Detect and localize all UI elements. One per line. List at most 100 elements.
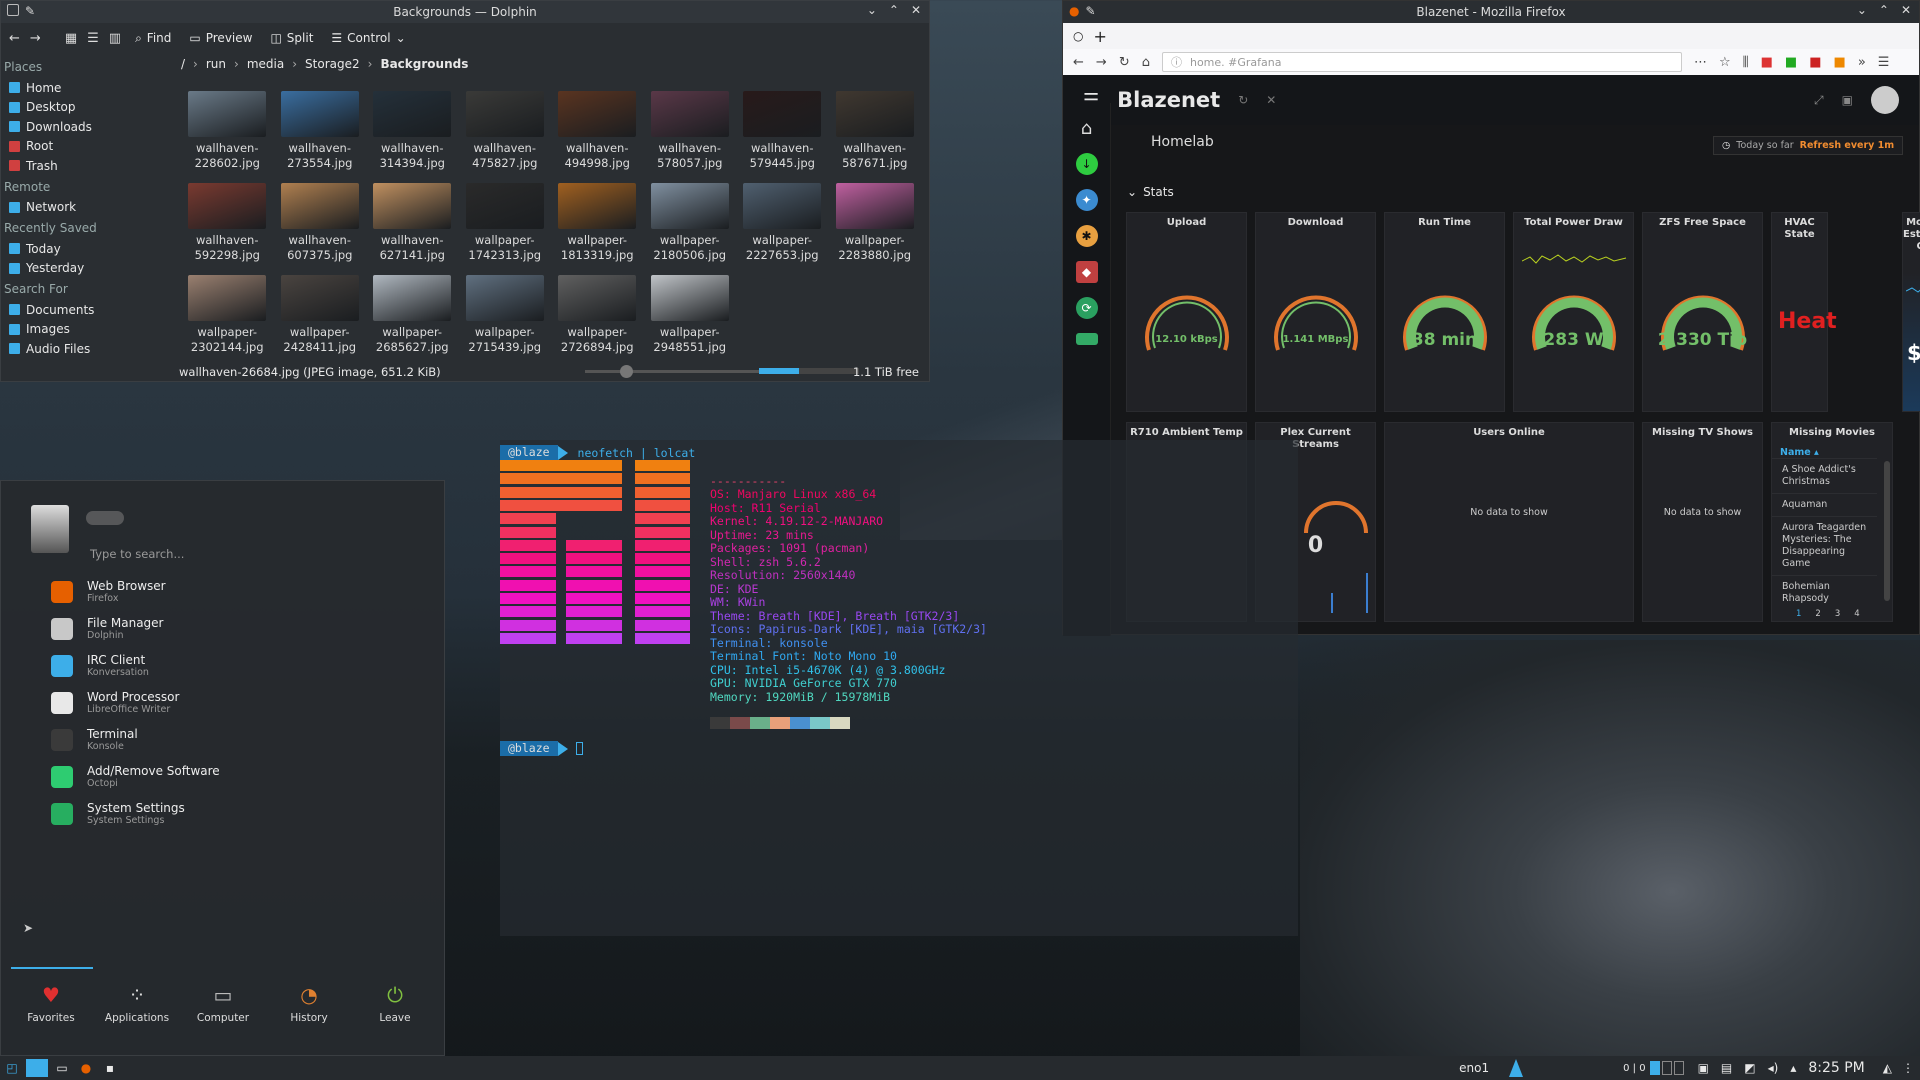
icons-view-icon[interactable]: ▦ xyxy=(65,31,77,46)
close-icon[interactable]: ✕ xyxy=(911,3,921,17)
pager-desktop[interactable] xyxy=(26,1059,48,1077)
forward-icon[interactable]: → xyxy=(1096,55,1107,70)
breadcrumb-item[interactable]: Backgrounds xyxy=(380,57,468,71)
places-item-network[interactable]: Network xyxy=(1,198,176,218)
tab-history[interactable]: ◔ History xyxy=(266,983,352,1024)
details-view-icon[interactable]: ☰ xyxy=(87,31,99,46)
pager[interactable] xyxy=(1649,1061,1684,1075)
breadcrumb-item[interactable]: media xyxy=(247,57,284,71)
sync-icon[interactable]: ⟳ xyxy=(1075,297,1098,319)
file-item[interactable]: wallpaper- 2227653.jpg xyxy=(736,183,829,275)
panel-hvac-state[interactable]: HVAC State Heat xyxy=(1771,212,1837,412)
row-header[interactable]: ⌄ Stats xyxy=(1127,185,1174,199)
fullscreen-icon[interactable]: ⤢ xyxy=(1814,93,1824,108)
app-file-manager[interactable]: File Manager Dolphin xyxy=(1,610,446,647)
maximize-icon[interactable]: ⌃ xyxy=(1879,3,1889,17)
notifications-icon[interactable]: ◭ xyxy=(1883,1061,1892,1075)
places-item-audio-files[interactable]: Audio Files xyxy=(1,339,176,359)
loading-tab-icon[interactable]: ○ xyxy=(1073,29,1083,43)
table-row[interactable]: Bohemian Rhapsody xyxy=(1772,575,1877,610)
extension-icon[interactable]: ■ xyxy=(1761,55,1773,70)
dolphin-task-icon[interactable]: ▭ xyxy=(50,1061,74,1075)
panel-total-power-draw[interactable]: Total Power Draw 283 W xyxy=(1513,212,1634,412)
file-item[interactable]: wallhaven- 627141.jpg xyxy=(366,183,459,275)
panel-download[interactable]: Download 1.141 MBps xyxy=(1255,212,1376,412)
tab-leave[interactable]: ⏻ Leave xyxy=(352,983,438,1024)
app-word-processor[interactable]: Word Processor LibreOffice Writer xyxy=(1,684,446,721)
file-item[interactable]: wallpaper- 2428411.jpg xyxy=(274,275,367,367)
pin-icon[interactable]: ✎ xyxy=(25,4,35,18)
app-terminal[interactable]: Terminal Konsole xyxy=(1,721,446,758)
firefox-titlebar[interactable]: ● ✎ Blazenet - Mozilla Firefox ⌄ ⌃ ✕ xyxy=(1063,1,1919,23)
table-header-name[interactable]: Name ▴ xyxy=(1780,447,1892,458)
places-item-home[interactable]: Home xyxy=(1,78,176,98)
time-picker[interactable]: ◷ Today so far Refresh every 1m xyxy=(1713,136,1904,155)
close-icon[interactable]: ✕ xyxy=(1266,93,1276,107)
panel-upload[interactable]: Upload 12.10 kBps xyxy=(1126,212,1247,412)
tab-applications[interactable]: ⁘ Applications xyxy=(94,983,180,1024)
file-item[interactable]: wallhaven- 228602.jpg xyxy=(181,91,274,183)
updates-icon[interactable]: ◩ xyxy=(1744,1061,1755,1075)
search-input[interactable]: Type to search... xyxy=(90,547,184,561)
minimize-icon[interactable]: ⌄ xyxy=(867,3,877,17)
forward-icon[interactable]: → xyxy=(30,31,41,46)
refresh-icon[interactable]: ↻ xyxy=(1238,93,1248,107)
zoom-slider[interactable] xyxy=(585,365,760,378)
file-item[interactable]: wallpaper- 2283880.jpg xyxy=(829,183,922,275)
file-item[interactable]: wallhaven- 494998.jpg xyxy=(551,91,644,183)
extension-icon[interactable]: ■ xyxy=(1785,55,1797,70)
back-icon[interactable]: ← xyxy=(1073,55,1084,70)
table-scrollbar[interactable] xyxy=(1884,461,1890,601)
file-item[interactable]: wallpaper- 2726894.jpg xyxy=(551,275,644,367)
clipboard-icon[interactable]: ▤ xyxy=(1721,1061,1732,1075)
dolphin-titlebar[interactable]: ✎ Backgrounds — Dolphin ⌄ ⌃ ✕ xyxy=(1,1,929,23)
page-link[interactable]: 4 xyxy=(1854,609,1859,619)
app-irc-client[interactable]: IRC Client Konversation xyxy=(1,647,446,684)
file-item[interactable]: wallhaven- 607375.jpg xyxy=(274,183,367,275)
places-item-trash[interactable]: Trash xyxy=(1,156,176,176)
breadcrumb-item[interactable]: / xyxy=(181,57,185,71)
file-item[interactable]: wallpaper- 2948551.jpg xyxy=(644,275,737,367)
clock[interactable]: 8:25 PM xyxy=(1808,1060,1864,1076)
table-row[interactable]: Aquaman xyxy=(1772,493,1877,516)
page-link[interactable]: 2 xyxy=(1815,609,1820,619)
places-item-root[interactable]: Root xyxy=(1,137,176,157)
page-actions-icon[interactable]: ⋯ xyxy=(1694,55,1707,70)
page-link[interactable]: 1 xyxy=(1796,609,1801,619)
volume-icon[interactable]: ◂) xyxy=(1768,1061,1779,1075)
table-row[interactable]: A Shoe Addict's Christmas xyxy=(1772,458,1877,493)
tab-computer[interactable]: ▭ Computer xyxy=(180,983,266,1024)
tv-mode-icon[interactable]: ▣ xyxy=(1842,93,1853,107)
panel-options-icon[interactable]: ⋮ xyxy=(1902,1061,1914,1075)
file-item[interactable]: wallpaper- 2685627.jpg xyxy=(366,275,459,367)
file-item[interactable]: wallhaven- 592298.jpg xyxy=(181,183,274,275)
panel-zfs-free-space[interactable]: ZFS Free Space 2.330 Tib xyxy=(1642,212,1763,412)
breadcrumb-item[interactable]: Storage2 xyxy=(305,57,360,71)
download-icon[interactable]: ↓ xyxy=(1075,153,1098,175)
file-item[interactable]: wallpaper- 1742313.jpg xyxy=(459,183,552,275)
extension-icon[interactable]: ■ xyxy=(1834,55,1846,70)
url-bar[interactable]: ⓘ home. #Grafana xyxy=(1161,52,1682,72)
home-icon[interactable]: ⌂ xyxy=(1142,55,1150,70)
app-launcher-icon[interactable]: ◰ xyxy=(0,1061,24,1075)
file-item[interactable]: wallhaven- 579445.jpg xyxy=(736,91,829,183)
places-item-yesterday[interactable]: Yesterday xyxy=(1,259,176,279)
file-item[interactable]: wallhaven- 475827.jpg xyxy=(459,91,552,183)
compact-view-icon[interactable]: ▥ xyxy=(109,31,121,46)
avatar[interactable] xyxy=(1871,86,1899,114)
bookmark-star-icon[interactable]: ☆ xyxy=(1719,55,1731,70)
extension-icon[interactable]: ■ xyxy=(1809,55,1821,70)
places-item-documents[interactable]: Documents xyxy=(1,300,176,320)
minimize-icon[interactable]: ⌄ xyxy=(1857,3,1867,17)
close-icon[interactable]: ✕ xyxy=(1901,3,1911,17)
pin-icon[interactable]: ✎ xyxy=(1085,4,1095,18)
panel-monthly-estimated-cost[interactable]: Monthly Estimated Cost $20. xyxy=(1902,212,1920,412)
back-icon[interactable]: ← xyxy=(9,31,20,46)
trash-icon[interactable]: ▣ xyxy=(1698,1061,1709,1075)
file-item[interactable]: wallhaven- 578057.jpg xyxy=(644,91,737,183)
panel-missing-tv-shows[interactable]: Missing TV Shows No data to show xyxy=(1642,422,1763,622)
home-icon[interactable]: ⌂ xyxy=(1076,117,1098,139)
file-item[interactable]: wallhaven- 273554.jpg xyxy=(274,91,367,183)
breadcrumb-item[interactable]: run xyxy=(206,57,226,71)
table-row[interactable]: Aurora Teagarden Mysteries: The Disappea… xyxy=(1772,516,1877,575)
